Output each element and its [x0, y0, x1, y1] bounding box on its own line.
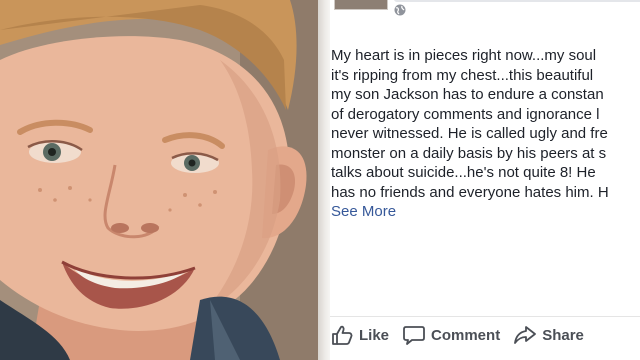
- post-actions: Like Comment Share: [330, 322, 640, 348]
- post-text-line: talks about suicide...he's not quite 8! …: [331, 164, 596, 181]
- like-label: Like: [359, 326, 390, 344]
- avatar[interactable]: [334, 0, 388, 10]
- post-text-line: it's ripping from my chest...this beauti…: [331, 66, 594, 84]
- post-header: [330, 0, 640, 22]
- post-meta: [394, 0, 640, 2]
- see-more-link[interactable]: See More: [331, 203, 396, 220]
- post-text-line: my son Jackson has to endure a constan: [331, 86, 604, 103]
- action-divider: [330, 316, 640, 317]
- post-text-line: of derogatory comments and ignorance l: [331, 105, 600, 123]
- share-label: Share: [542, 326, 584, 344]
- globe-icon[interactable]: [394, 4, 406, 16]
- post-text-line: has no friends and everyone hates him. H: [331, 183, 609, 201]
- post-body-text: My heart is in pieces right now...my sou…: [331, 46, 640, 222]
- post-text-line: monster on a daily basis by his peers at…: [331, 144, 607, 162]
- facebook-post: My heart is in pieces right now...my sou…: [330, 0, 640, 360]
- comment-label: Comment: [431, 326, 501, 344]
- share-button[interactable]: Share: [514, 325, 584, 345]
- comment-button[interactable]: Comment: [403, 325, 500, 345]
- post-photo[interactable]: [0, 0, 318, 360]
- post-text-line: My heart is in pieces right now...my sou…: [331, 47, 597, 64]
- thumbs-up-icon: [332, 325, 353, 345]
- photo-divider: [318, 0, 330, 360]
- like-button[interactable]: Like: [331, 325, 389, 345]
- post-text-line: never witnessed. He is called ugly and f…: [331, 125, 608, 142]
- speech-bubble-icon: [403, 326, 425, 345]
- boy-photo-illustration: [0, 0, 318, 360]
- share-arrow-icon: [514, 326, 537, 344]
